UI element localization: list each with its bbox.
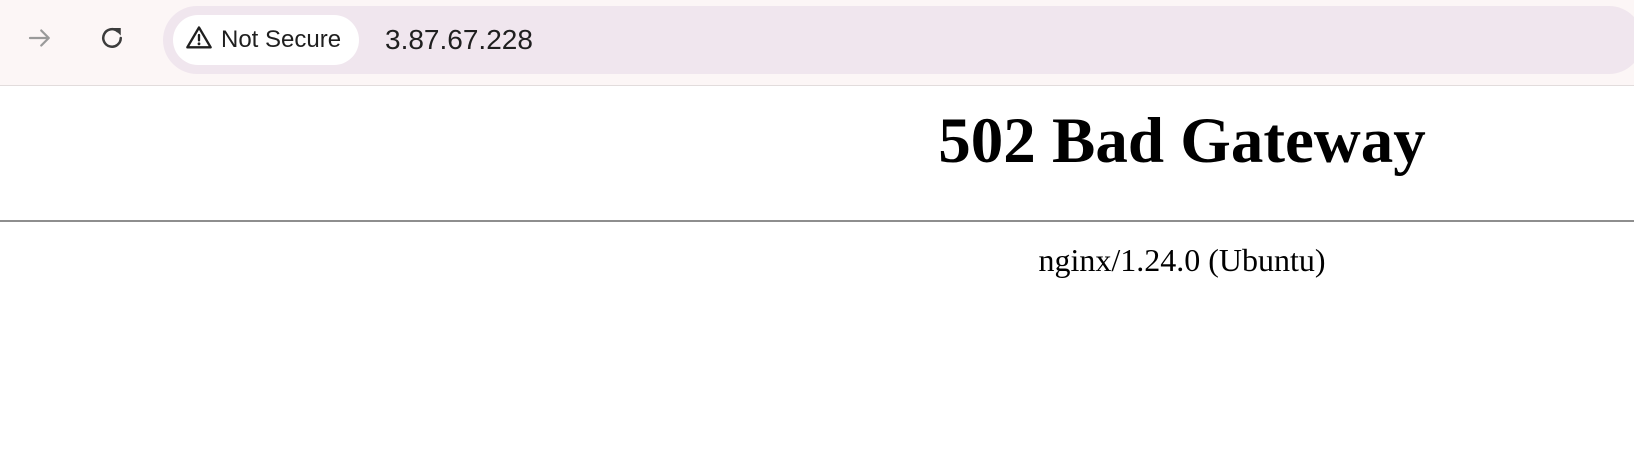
reload-icon xyxy=(97,23,127,58)
divider xyxy=(0,220,1634,222)
forward-button[interactable] xyxy=(20,20,60,60)
server-signature: nginx/1.24.0 (Ubuntu) xyxy=(1038,242,1326,278)
reload-button[interactable] xyxy=(92,20,132,60)
page-title: 502 Bad Gateway xyxy=(938,105,1426,177)
security-label: Not Secure xyxy=(221,26,342,53)
arrow-right-icon xyxy=(25,23,55,58)
page-content: 502 Bad Gateway nginx/1.24.0 (Ubuntu) xyxy=(0,86,1634,454)
security-indicator[interactable]: Not Secure xyxy=(173,15,360,65)
warning-triangle-icon xyxy=(185,24,213,57)
url-text[interactable]: 3.87.67.228 xyxy=(385,6,533,74)
browser-toolbar: Not Secure 3.87.67.228 xyxy=(0,0,1634,86)
address-bar[interactable]: Not Secure 3.87.67.228 xyxy=(163,6,1634,74)
